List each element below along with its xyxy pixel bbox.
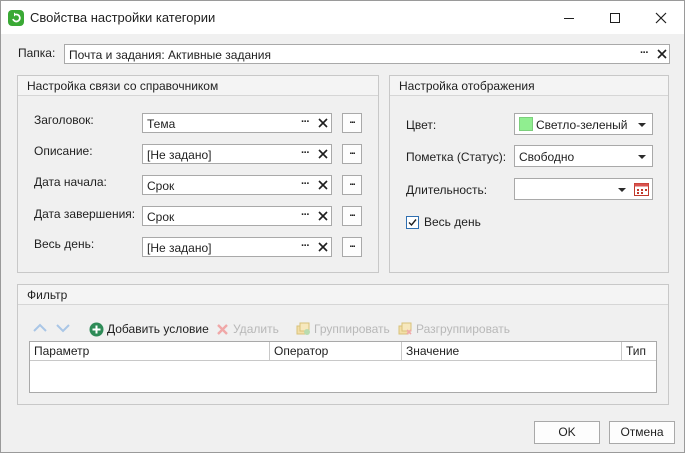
mapping-dots[interactable]: ··· bbox=[301, 116, 310, 128]
column-header-value[interactable]: Значение bbox=[402, 342, 622, 360]
color-select[interactable]: Светло-зеленый bbox=[514, 113, 653, 135]
minimize-button[interactable] bbox=[546, 1, 592, 34]
chevron-down-icon bbox=[638, 155, 646, 159]
ungroup-icon bbox=[398, 322, 412, 335]
column-header-operator[interactable]: Оператор bbox=[270, 342, 402, 360]
close-button[interactable] bbox=[638, 1, 684, 34]
ungroup-button[interactable]: Разгруппировать bbox=[398, 320, 510, 338]
title-bar[interactable]: Свойства настройки категории bbox=[1, 1, 684, 34]
add-condition-button[interactable]: Добавить условие bbox=[89, 320, 209, 338]
mapping-dots[interactable]: ··· bbox=[301, 178, 310, 190]
color-label: Цвет: bbox=[406, 118, 437, 132]
group-label: Группировать bbox=[314, 322, 390, 336]
mapping-row-value: [Не задано] bbox=[147, 148, 212, 162]
display-group: Настройка отображения bbox=[389, 75, 669, 273]
duration-label: Длительность: bbox=[406, 183, 488, 197]
allday-label: Весь день bbox=[424, 215, 481, 229]
ok-button[interactable]: OK bbox=[534, 421, 600, 444]
mapping-row-label: Дата начала: bbox=[34, 175, 107, 189]
column-header-label: Тип bbox=[626, 344, 647, 358]
folder-browse-dots[interactable]: ··· bbox=[640, 47, 649, 59]
filter-group-title: Фильтр bbox=[27, 288, 68, 302]
mapping-description-field[interactable]: [Не задано] ··· bbox=[142, 144, 332, 164]
mapping-start-date-browse-button[interactable]: ... bbox=[342, 175, 362, 195]
group-icon bbox=[296, 322, 310, 335]
mapping-allday-field[interactable]: [Не задано] ··· bbox=[142, 237, 332, 257]
group-button[interactable]: Группировать bbox=[296, 320, 390, 338]
calendar-icon[interactable] bbox=[634, 182, 649, 196]
cancel-button[interactable]: Отмена bbox=[609, 421, 675, 444]
mapping-group-header: Настройка связи со справочником bbox=[18, 76, 378, 96]
column-header-parameter[interactable]: Параметр bbox=[30, 342, 270, 360]
display-group-title: Настройка отображения bbox=[399, 79, 535, 93]
add-condition-label: Добавить условие bbox=[107, 322, 209, 336]
filter-grid-header: Параметр Оператор Значение Тип bbox=[30, 342, 656, 361]
mapping-row-value: Тема bbox=[147, 117, 176, 131]
delete-condition-label: Удалить bbox=[233, 322, 279, 336]
mapping-group-title: Настройка связи со справочником bbox=[27, 79, 219, 93]
mapping-title-field[interactable]: Тема ··· bbox=[142, 113, 332, 133]
status-value: Свободно bbox=[519, 150, 575, 164]
folder-clear-icon[interactable] bbox=[657, 47, 667, 61]
duration-field[interactable] bbox=[514, 178, 653, 200]
maximize-icon bbox=[610, 12, 620, 23]
filter-grid[interactable]: Параметр Оператор Значение Тип bbox=[29, 341, 657, 393]
mapping-row-label: Описание: bbox=[34, 144, 93, 158]
mapping-end-date-browse-button[interactable]: ... bbox=[342, 206, 362, 226]
clear-icon[interactable] bbox=[318, 240, 328, 254]
mapping-start-date-field[interactable]: Срок ··· bbox=[142, 175, 332, 195]
mapping-row-label: Заголовок: bbox=[34, 113, 94, 127]
clear-icon[interactable] bbox=[318, 209, 328, 223]
add-icon bbox=[89, 322, 104, 336]
folder-value: Почта и задания: Активные задания bbox=[69, 48, 271, 62]
move-up-icon[interactable] bbox=[32, 322, 48, 334]
mapping-row-value: Срок bbox=[147, 210, 175, 224]
ungroup-label: Разгруппировать bbox=[416, 322, 511, 336]
color-value: Светло-зеленый bbox=[536, 118, 628, 132]
checkmark-icon bbox=[408, 219, 417, 227]
mapping-allday-browse-button[interactable]: ... bbox=[342, 237, 362, 257]
allday-checkbox[interactable] bbox=[406, 216, 419, 229]
clear-icon[interactable] bbox=[318, 147, 328, 161]
mapping-row-value: [Не задано] bbox=[147, 241, 212, 255]
mapping-row-label: Дата завершения: bbox=[34, 207, 136, 221]
delete-icon bbox=[217, 323, 228, 335]
maximize-button[interactable] bbox=[592, 1, 638, 34]
clear-icon[interactable] bbox=[318, 178, 328, 192]
chevron-down-icon bbox=[638, 123, 646, 127]
app-icon bbox=[8, 10, 24, 26]
color-swatch bbox=[519, 117, 533, 131]
move-down-icon[interactable] bbox=[55, 322, 71, 334]
column-header-label: Параметр bbox=[34, 344, 90, 358]
mapping-title-browse-button[interactable]: ... bbox=[342, 113, 362, 133]
mapping-description-browse-button[interactable]: ... bbox=[342, 144, 362, 164]
close-icon bbox=[655, 12, 667, 23]
mapping-row-value: Срок bbox=[147, 179, 175, 193]
mapping-end-date-field[interactable]: Срок ··· bbox=[142, 206, 332, 226]
filter-group-header: Фильтр bbox=[18, 285, 668, 305]
column-header-type[interactable]: Тип bbox=[622, 342, 656, 360]
dialog-window: Свойства настройки категории Папка: Почт… bbox=[0, 0, 685, 453]
display-group-header: Настройка отображения bbox=[390, 76, 668, 96]
mapping-row-label: Весь день: bbox=[34, 237, 95, 251]
folder-field[interactable]: Почта и задания: Активные задания ··· bbox=[64, 44, 670, 64]
mapping-dots[interactable]: ··· bbox=[301, 240, 310, 252]
minimize-icon bbox=[564, 17, 574, 19]
status-label: Пометка (Статус): bbox=[406, 150, 507, 164]
mapping-dots[interactable]: ··· bbox=[301, 147, 310, 159]
window-title: Свойства настройки категории bbox=[30, 10, 216, 25]
mapping-dots[interactable]: ··· bbox=[301, 209, 310, 221]
column-header-label: Оператор bbox=[274, 344, 329, 358]
column-header-label: Значение bbox=[406, 344, 460, 358]
folder-label: Папка: bbox=[18, 46, 56, 60]
clear-icon[interactable] bbox=[318, 116, 328, 130]
status-select[interactable]: Свободно bbox=[514, 145, 653, 167]
chevron-down-icon[interactable] bbox=[618, 188, 626, 192]
delete-condition-button[interactable]: Удалить bbox=[216, 320, 279, 338]
